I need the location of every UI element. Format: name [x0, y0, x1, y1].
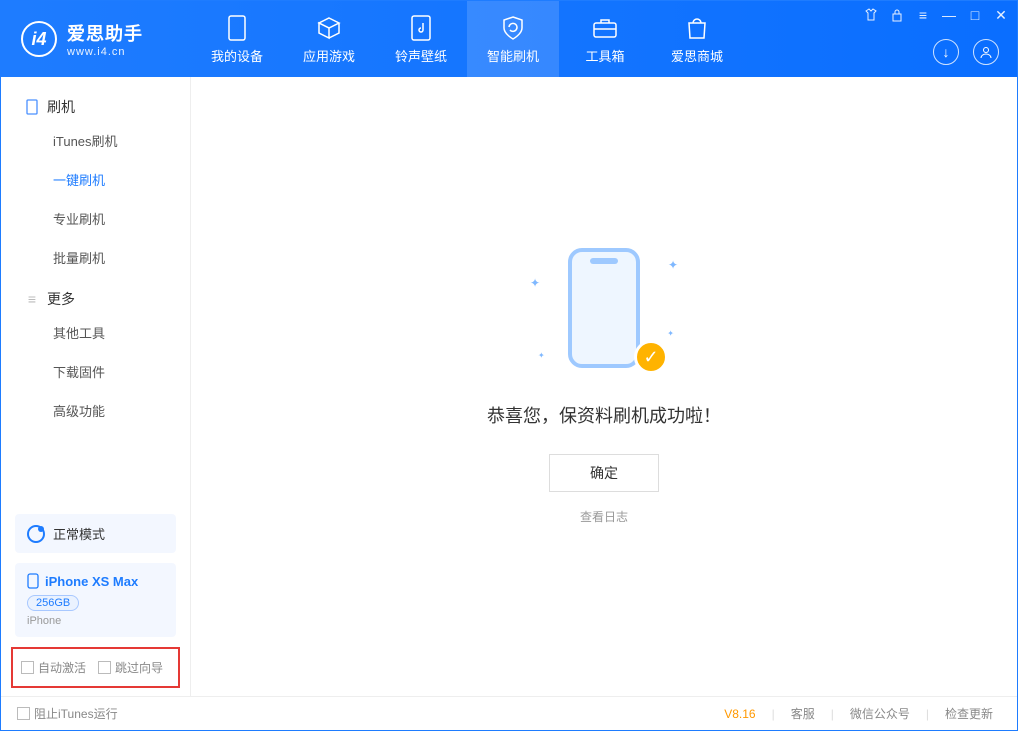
checkbox-block-itunes[interactable]: 阻止iTunes运行 — [17, 705, 118, 722]
tab-label: 爱思商城 — [671, 46, 723, 65]
tab-label: 智能刷机 — [487, 46, 539, 65]
cube-icon — [315, 14, 343, 42]
logo-icon: i4 — [21, 21, 57, 57]
device-name-row: iPhone XS Max — [27, 573, 164, 589]
shirt-icon[interactable] — [863, 7, 879, 23]
app-header: i4 爱思助手 www.i4.cn 我的设备 应用游戏 铃声壁纸 智能刷机 工具… — [1, 1, 1017, 77]
tab-toolbox[interactable]: 工具箱 — [559, 1, 651, 77]
tab-store[interactable]: 爱思商城 — [651, 1, 743, 77]
checkbox-skip-wizard[interactable]: 跳过向导 — [98, 659, 163, 676]
body-area: 刷机 iTunes刷机 一键刷机 专业刷机 批量刷机 ≡ 更多 其他工具 下载固… — [1, 77, 1017, 696]
footer-link-update[interactable]: 检查更新 — [937, 705, 1001, 722]
app-title: 爱思助手 — [67, 20, 143, 46]
success-illustration: ✦ ✦ ✦ ✦ ✓ — [544, 248, 664, 378]
footer: 阻止iTunes运行 V8.16 | 客服 | 微信公众号 | 检查更新 — [1, 696, 1017, 730]
list-icon: ≡ — [25, 292, 39, 306]
tab-my-device[interactable]: 我的设备 — [191, 1, 283, 77]
checkbox-icon — [17, 707, 30, 720]
sidebar-item-advanced[interactable]: 高级功能 — [1, 391, 190, 430]
bag-icon — [683, 14, 711, 42]
sparkle-icon: ✦ — [538, 351, 545, 360]
main-tabs: 我的设备 应用游戏 铃声壁纸 智能刷机 工具箱 爱思商城 — [191, 1, 743, 77]
main-content: ✦ ✦ ✦ ✦ ✓ 恭喜您，保资料刷机成功啦！ 确定 查看日志 — [191, 77, 1017, 696]
app-subtitle: www.i4.cn — [67, 46, 143, 58]
checkbox-icon — [98, 661, 111, 674]
tab-apps-games[interactable]: 应用游戏 — [283, 1, 375, 77]
download-icon[interactable]: ↓ — [933, 39, 959, 65]
options-highlight-box: 自动激活 跳过向导 — [11, 647, 180, 688]
logo-text: 爱思助手 www.i4.cn — [67, 20, 143, 58]
ok-button[interactable]: 确定 — [549, 454, 659, 492]
sparkle-icon: ✦ — [668, 258, 678, 272]
footer-link-wechat[interactable]: 微信公众号 — [842, 705, 918, 722]
user-icon[interactable] — [973, 39, 999, 65]
header-right-icons: ↓ — [933, 39, 999, 65]
mode-status-icon — [27, 525, 45, 543]
close-button[interactable]: ✕ — [993, 7, 1009, 23]
device-icon — [25, 100, 39, 114]
sparkle-icon: ✦ — [667, 329, 674, 338]
sidebar-group-label: 刷机 — [47, 97, 75, 117]
tab-ringtones-wallpapers[interactable]: 铃声壁纸 — [375, 1, 467, 77]
device-panel: 正常模式 iPhone XS Max 256GB iPhone — [1, 504, 190, 647]
version-label: V8.16 — [724, 707, 755, 721]
sidebar-group-flash: 刷机 — [1, 85, 190, 121]
checkbox-auto-activate[interactable]: 自动激活 — [21, 659, 86, 676]
sidebar-group-label: 更多 — [47, 289, 75, 309]
tab-label: 工具箱 — [585, 46, 624, 65]
maximize-button[interactable]: □ — [967, 7, 983, 23]
separator: | — [772, 707, 775, 721]
separator: | — [831, 707, 834, 721]
window-controls: ≡ — □ ✕ — [863, 7, 1009, 23]
minimize-button[interactable]: — — [941, 7, 957, 23]
phone-illustration — [568, 248, 640, 368]
footer-right: V8.16 | 客服 | 微信公众号 | 检查更新 — [724, 705, 1001, 722]
checkbox-label: 自动激活 — [38, 659, 86, 676]
sparkle-icon: ✦ — [530, 276, 540, 290]
sidebar-item-batch-flash[interactable]: 批量刷机 — [1, 238, 190, 277]
phone-icon — [223, 14, 251, 42]
music-file-icon — [407, 14, 435, 42]
device-box[interactable]: iPhone XS Max 256GB iPhone — [15, 563, 176, 637]
sidebar: 刷机 iTunes刷机 一键刷机 专业刷机 批量刷机 ≡ 更多 其他工具 下载固… — [1, 77, 191, 696]
menu-icon[interactable]: ≡ — [915, 7, 931, 23]
view-log-link[interactable]: 查看日志 — [580, 508, 628, 525]
device-capacity: 256GB — [27, 595, 79, 611]
device-type: iPhone — [27, 615, 164, 627]
checkbox-icon — [21, 661, 34, 674]
shield-refresh-icon — [499, 14, 527, 42]
sidebar-item-download-firmware[interactable]: 下载固件 — [1, 352, 190, 391]
success-check-badge: ✓ — [634, 340, 668, 374]
mode-box[interactable]: 正常模式 — [15, 514, 176, 553]
sidebar-item-oneclick-flash[interactable]: 一键刷机 — [1, 160, 190, 199]
sidebar-item-other-tools[interactable]: 其他工具 — [1, 313, 190, 352]
logo-block: i4 爱思助手 www.i4.cn — [1, 20, 191, 58]
sidebar-item-itunes-flash[interactable]: iTunes刷机 — [1, 121, 190, 160]
checkbox-label: 跳过向导 — [115, 659, 163, 676]
checkbox-label: 阻止iTunes运行 — [34, 705, 118, 722]
toolbox-icon — [591, 14, 619, 42]
success-message: 恭喜您，保资料刷机成功啦！ — [487, 402, 721, 428]
tab-label: 我的设备 — [211, 46, 263, 65]
lock-icon[interactable] — [889, 7, 905, 23]
phone-small-icon — [27, 573, 39, 589]
device-name: iPhone XS Max — [45, 574, 138, 589]
sidebar-item-pro-flash[interactable]: 专业刷机 — [1, 199, 190, 238]
sidebar-group-more: ≡ 更多 — [1, 277, 190, 313]
tab-label: 铃声壁纸 — [395, 46, 447, 65]
footer-link-support[interactable]: 客服 — [783, 705, 823, 722]
separator: | — [926, 707, 929, 721]
tab-label: 应用游戏 — [303, 46, 355, 65]
mode-label: 正常模式 — [53, 524, 105, 543]
sidebar-scroll: 刷机 iTunes刷机 一键刷机 专业刷机 批量刷机 ≡ 更多 其他工具 下载固… — [1, 77, 190, 504]
tab-smart-flash[interactable]: 智能刷机 — [467, 1, 559, 77]
